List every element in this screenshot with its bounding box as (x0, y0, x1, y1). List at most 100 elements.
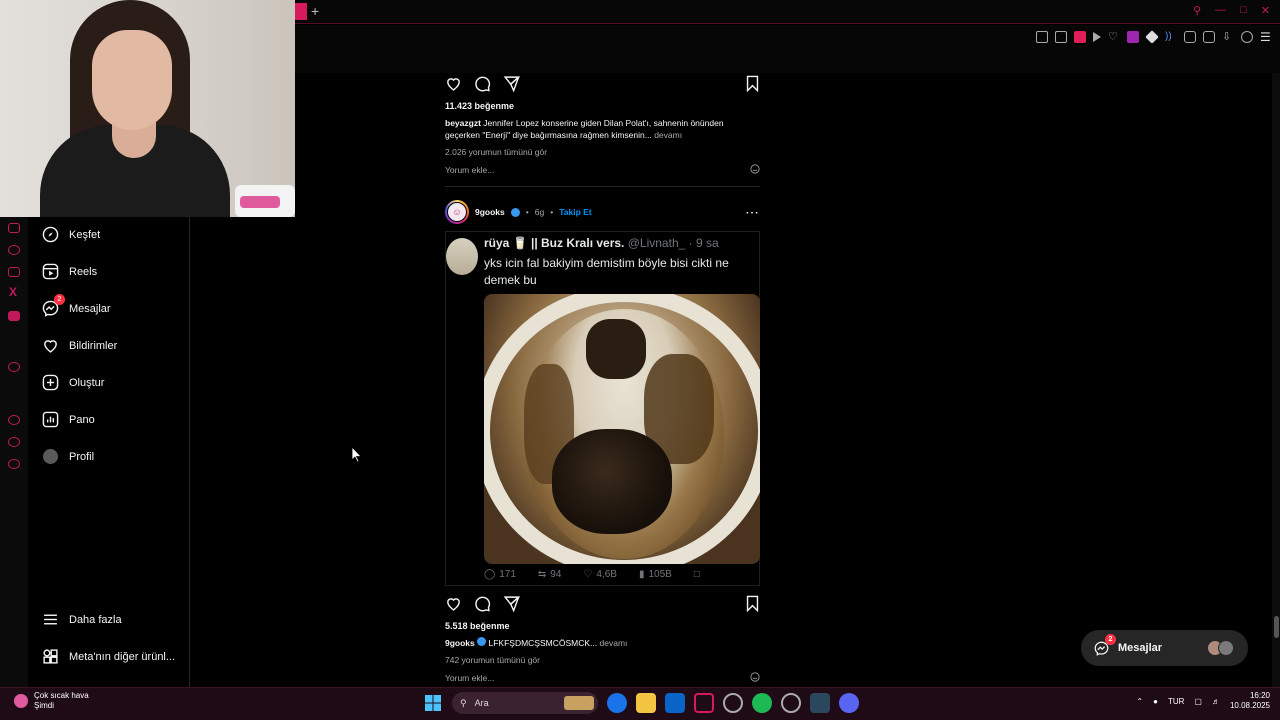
screenshot-icon[interactable] (1055, 31, 1067, 43)
sidebar-item-pano[interactable]: Pano (42, 411, 95, 428)
sidebar-item-label: Meta'nın diğer ürünl... (69, 650, 176, 663)
sidebar-item-label: Bildirimler (69, 339, 118, 352)
share-icon[interactable] (503, 75, 521, 97)
chat-icon[interactable] (8, 437, 20, 447)
add-comment-field[interactable]: Yorum ekle... (445, 164, 760, 176)
account-icon[interactable] (1241, 31, 1253, 43)
tweet-author: rüya 🥛 || Buz Kralı vers. @Livnath_ · 9 … (484, 236, 719, 250)
extension-icon[interactable] (1127, 31, 1139, 43)
sidebar-item-profil[interactable]: Profil (42, 448, 94, 465)
side-app-icon[interactable] (8, 223, 20, 233)
discord-icon[interactable] (839, 693, 859, 713)
sound-icon[interactable]: )) (1165, 31, 1177, 43)
pin-icon[interactable] (1036, 31, 1048, 43)
heart-icon: ♡ (583, 569, 593, 580)
weather-subtitle: Şimdi (34, 701, 55, 710)
edge-icon[interactable] (607, 693, 627, 713)
browser-tab[interactable] (295, 3, 307, 20)
like-icon[interactable] (445, 75, 462, 97)
more-link[interactable]: devamı (600, 638, 628, 648)
like-icon[interactable] (445, 595, 462, 617)
windows-start-icon[interactable] (423, 693, 443, 713)
volume-icon[interactable]: ♬ (1212, 697, 1220, 706)
sidebar-item-kesfet[interactable]: Keşfet (42, 226, 100, 243)
sidebar-item-mesajlar[interactable]: 2 Mesajlar (42, 294, 111, 317)
play-icon[interactable] (1093, 32, 1101, 42)
messages-label: Mesajlar (1118, 642, 1163, 654)
caption-username[interactable]: beyazgzt (445, 118, 481, 128)
post-footer: 5.518 beğenme 9gooks LFKFŞDMCŞSMCÖSMCK..… (445, 595, 760, 684)
language-indicator[interactable]: TUR (1168, 697, 1184, 706)
taskbar: Çok sıcak hava Şimdi ⚲ Ara ⌃ ● TUR ▢ ♬ 1… (0, 687, 1280, 720)
bookmark-icon[interactable] (745, 75, 760, 97)
taskbar-search[interactable]: ⚲ Ara (452, 692, 598, 714)
maximize-icon[interactable]: □ (1240, 4, 1247, 17)
network-icon[interactable]: ▢ (1194, 697, 1202, 706)
scroll-thumb[interactable] (1274, 616, 1279, 638)
add-comment-placeholder[interactable]: Yorum ekle... (445, 673, 494, 683)
more-link[interactable]: devamı (654, 130, 682, 140)
likes-count[interactable]: 5.518 beğenme (445, 621, 760, 631)
bookmark-icon[interactable] (745, 595, 760, 617)
sidebar-item-label: Oluştur (69, 376, 105, 389)
instagram-icon[interactable] (8, 267, 20, 277)
app-icon[interactable] (723, 693, 743, 713)
post-media[interactable]: rüya 🥛 || Buz Kralı vers. @Livnath_ · 9 … (445, 231, 760, 586)
post-username[interactable]: 9gooks (475, 207, 505, 217)
post-actions (445, 75, 760, 97)
extension-icon[interactable] (1074, 31, 1086, 43)
steam-icon[interactable] (810, 693, 830, 713)
spotify-icon[interactable] (752, 693, 772, 713)
settings-icon[interactable] (781, 693, 801, 713)
sidebar-item-bildirimler[interactable]: Bildirimler (42, 337, 117, 354)
retweet-icon: ⇆ (537, 569, 547, 580)
clock-icon[interactable] (8, 415, 20, 425)
messages-pill[interactable]: 2 Mesajlar (1081, 630, 1248, 666)
emoji-icon[interactable] (750, 164, 760, 176)
file-explorer-icon[interactable] (636, 693, 656, 713)
microphone-icon[interactable]: ● (1153, 697, 1158, 706)
likes-count[interactable]: 11.423 beğenme (445, 101, 760, 111)
view-comments-link[interactable]: 2.026 yorumun tümünü gör (445, 147, 760, 157)
discord-icon[interactable] (8, 311, 20, 321)
emoji-icon[interactable] (750, 672, 760, 684)
comment-icon[interactable] (474, 595, 491, 617)
whatsapp-icon[interactable] (8, 245, 20, 255)
weather-widget[interactable]: Çok sıcak hava Şimdi (14, 691, 89, 711)
puzzle-icon[interactable] (1184, 31, 1196, 43)
minimize-icon[interactable]: — (1215, 4, 1226, 17)
chevron-up-icon[interactable]: ⌃ (1136, 697, 1143, 706)
toolbar-extension-icons: ♡ )) ⇩ ☰ (1036, 30, 1272, 44)
download-icon[interactable]: ⇩ (1222, 31, 1234, 43)
follow-button[interactable]: Takip Et (559, 207, 591, 217)
sidebar-item-olustur[interactable]: Oluştur (42, 374, 104, 391)
avatar[interactable]: ☺ (445, 200, 469, 224)
lock-icon[interactable] (1203, 31, 1215, 43)
view-comments-link[interactable]: 742 yorumun tümünü gör (445, 655, 760, 665)
search-icon[interactable]: ⚲ (1193, 4, 1201, 17)
heart-icon[interactable]: ♡ (1108, 31, 1120, 43)
caption-text: LFKFŞDMCŞSMCÖSMCK... (488, 638, 598, 648)
settings-icon[interactable] (8, 459, 20, 469)
menu-icon[interactable]: ☰ (1260, 31, 1272, 43)
sidebar-item-more[interactable]: Daha fazla (42, 611, 122, 628)
caption-username[interactable]: 9gooks (445, 638, 475, 648)
more-options-icon[interactable]: ⋯ (745, 204, 760, 221)
clock[interactable]: 16:20 10.08.2025 (1230, 691, 1270, 711)
webcam-overlay (0, 0, 295, 217)
page-scrollbar[interactable] (1272, 73, 1280, 687)
sidebar-item-meta[interactable]: Meta'nın diğer ürünl... (42, 648, 175, 665)
new-tab-button[interactable]: + (311, 3, 319, 19)
x-icon[interactable]: X (9, 285, 17, 299)
outlook-icon[interactable] (665, 693, 685, 713)
share-icon[interactable] (503, 595, 521, 617)
sidebar-item-reels[interactable]: Reels (42, 263, 97, 280)
opera-gx-icon[interactable] (694, 693, 714, 713)
message-avatars (1207, 640, 1234, 656)
side-app-icon[interactable] (8, 362, 20, 372)
add-comment-placeholder[interactable]: Yorum ekle... (445, 165, 494, 175)
diamond-icon[interactable] (1145, 30, 1159, 44)
comment-icon[interactable] (474, 75, 491, 97)
close-icon[interactable]: ✕ (1261, 4, 1270, 17)
add-comment-field[interactable]: Yorum ekle... (445, 672, 760, 684)
